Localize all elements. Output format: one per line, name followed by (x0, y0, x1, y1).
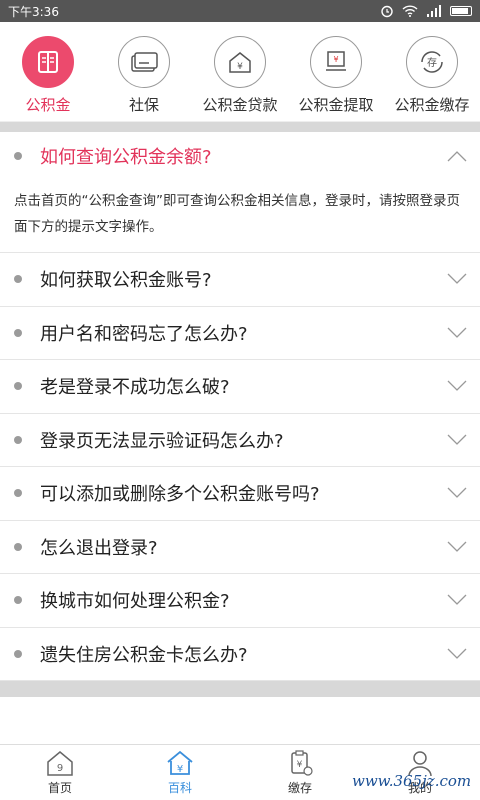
tab-loan[interactable]: ¥ 公积金贷款 (192, 36, 288, 115)
bullet-icon (14, 275, 22, 284)
category-tabs: 公积金 社保 ¥ 公积金贷款 ¥ 公积金提取 存 公积金缴存 (0, 22, 480, 122)
bullet-icon (14, 382, 22, 391)
withdraw-yen-icon: ¥ (326, 51, 346, 71)
faq-question: 如何获取公积金账号? (40, 270, 212, 292)
faq-question: 用户名和密码忘了怎么办? (40, 323, 248, 345)
bullet-icon (14, 435, 22, 444)
chevron-up-icon (446, 145, 468, 167)
tab-label: 公积金缴存 (394, 96, 470, 114)
faq-item[interactable]: 遗失住房公积金卡怎么办? (0, 628, 480, 681)
faq-item[interactable]: 用户名和密码忘了怎么办? (0, 307, 480, 360)
battery-icon (450, 6, 472, 16)
tab-shebao[interactable]: 社保 (96, 36, 192, 115)
faq-list: 如何查询公积金余额? 点击首页的“公积金查询”即可查询公积金相关信息，登录时，请… (0, 132, 480, 681)
svg-text:¥: ¥ (237, 62, 243, 72)
faq-question: 换城市如何处理公积金? (40, 591, 230, 613)
faq-question: 登录页无法显示验证码怎么办? (40, 430, 284, 452)
status-bar: 下午3:36 (0, 0, 480, 22)
faq-question: 怎么退出登录? (40, 537, 158, 559)
faq-item[interactable]: 怎么退出登录? (0, 521, 480, 574)
svg-text:9: 9 (57, 763, 63, 774)
deposit-clipboard-icon: ¥ (291, 750, 313, 776)
tab-label: 公积金贷款 (202, 96, 278, 114)
faq-item[interactable]: 如何获取公积金账号? (0, 253, 480, 307)
tab-label: 公积金 (25, 96, 71, 114)
bullet-icon (14, 649, 22, 658)
chevron-down-icon (446, 536, 468, 558)
faq-item[interactable]: 换城市如何处理公积金? (0, 574, 480, 628)
faq-question: 可以添加或删除多个公积金账号吗? (40, 484, 320, 506)
chevron-down-icon (446, 429, 468, 451)
section-divider (0, 122, 480, 132)
tab-withdraw[interactable]: ¥ 公积金提取 (288, 36, 384, 115)
tab-label: 社保 (128, 96, 159, 114)
card-icon (131, 52, 158, 72)
home-icon: 9 (47, 751, 73, 776)
bullet-icon (14, 489, 22, 498)
nav-home[interactable]: 9 首页 (20, 745, 100, 800)
faq-item[interactable]: 可以添加或删除多个公积金账号吗? (0, 467, 480, 521)
status-time: 下午3:36 (8, 4, 59, 19)
faq-question: 如何查询公积金余额? (40, 147, 212, 168)
faq-item[interactable]: 老是登录不成功怎么破? (0, 360, 480, 414)
chevron-down-icon (446, 268, 468, 290)
svg-text:¥: ¥ (333, 55, 338, 64)
faq-answer: 点击首页的“公积金查询”即可查询公积金相关信息，登录时，请按照登录页面下方的提示… (0, 180, 480, 253)
faq-item-expanded[interactable]: 如何查询公积金余额? (0, 132, 480, 180)
signal-icon (427, 5, 441, 17)
tab-deposit[interactable]: 存 公积金缴存 (384, 36, 480, 115)
alarm-icon (381, 5, 393, 18)
book-icon (38, 51, 58, 73)
faq-question: 老是登录不成功怎么破? (40, 377, 230, 399)
bullet-icon (14, 596, 22, 605)
house-yen-icon: ¥ (229, 52, 251, 73)
svg-text:¥: ¥ (297, 760, 303, 770)
nav-label: 百科 (167, 781, 192, 795)
faq-question: 遗失住房公积金卡怎么办? (40, 644, 248, 666)
chevron-down-icon (446, 589, 468, 611)
tab-label: 公积金提取 (298, 96, 374, 114)
deposit-icon: 存 (421, 51, 443, 73)
nav-label: 缴存 (287, 781, 312, 795)
bullet-icon (14, 152, 22, 160)
tab-gongjijin[interactable]: 公积金 (0, 36, 96, 115)
list-end-divider (0, 681, 480, 697)
wifi-icon (402, 5, 418, 17)
svg-text:¥: ¥ (177, 764, 183, 775)
bullet-icon (14, 542, 22, 551)
nav-encyclopedia[interactable]: ¥ 百科 (140, 745, 220, 800)
chevron-down-icon (446, 375, 468, 397)
chevron-down-icon (446, 643, 468, 665)
faq-item[interactable]: 登录页无法显示验证码怎么办? (0, 414, 480, 467)
encyclopedia-icon: ¥ (167, 750, 193, 775)
nav-deposit[interactable]: ¥ 缴存 (260, 745, 340, 800)
chevron-down-icon (446, 482, 468, 504)
watermark: www.365jz.com (352, 772, 472, 790)
chevron-down-icon (446, 322, 468, 344)
bullet-icon (14, 328, 22, 337)
svg-text:存: 存 (427, 56, 437, 69)
nav-label: 首页 (47, 781, 72, 795)
